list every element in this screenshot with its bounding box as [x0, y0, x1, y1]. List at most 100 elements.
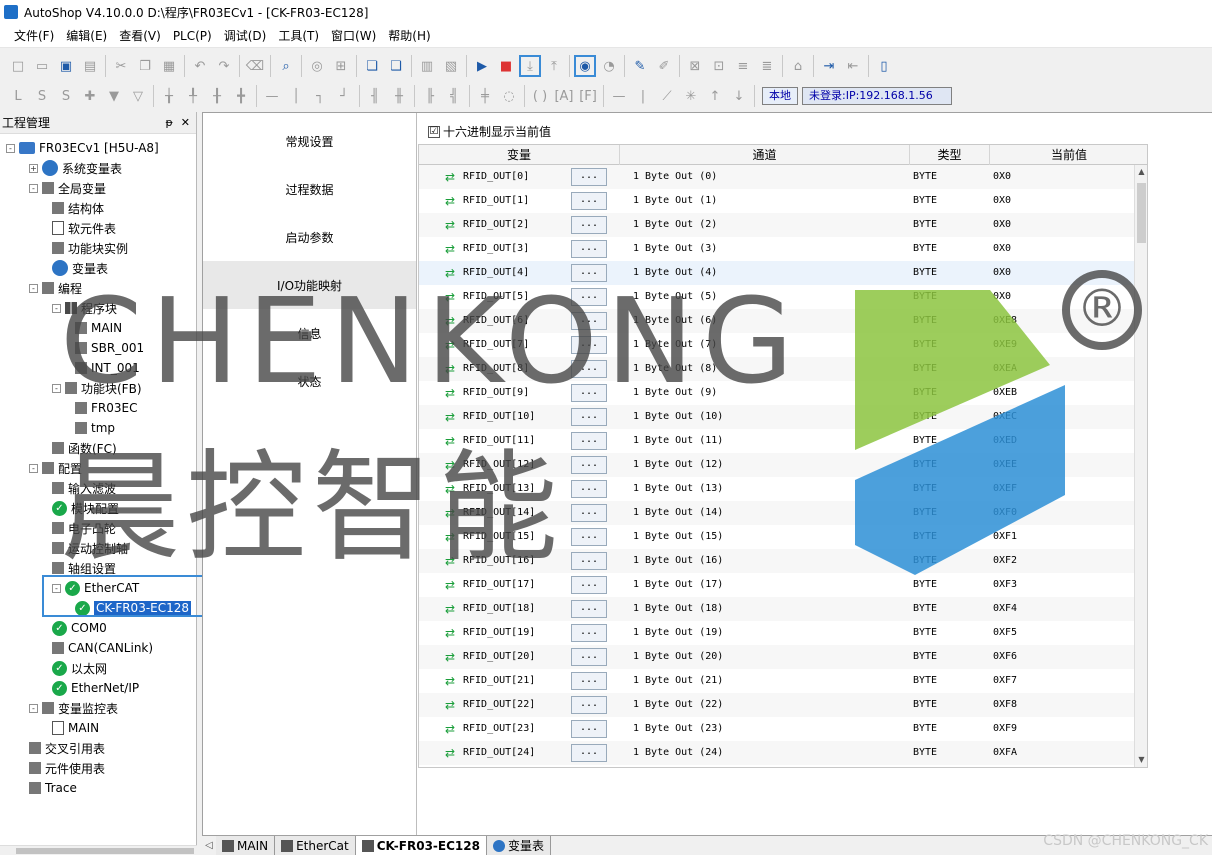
edit-icon[interactable]: ✐ — [653, 55, 675, 77]
browse-button[interactable]: ... — [571, 168, 607, 186]
table-row[interactable]: ⇄ RFID_OUT[17]... 1 Byte Out (17) BYTE 0XF3 — [419, 573, 1134, 597]
fall-icon[interactable]: ╣ — [443, 85, 465, 107]
func-icon[interactable]: [A] — [553, 85, 575, 107]
hex-checkbox[interactable]: ☑ — [428, 125, 440, 138]
st-icon[interactable]: S — [55, 85, 77, 107]
network-icon[interactable]: ⊞ — [330, 55, 352, 77]
table-row[interactable]: ⇄ RFID_OUT[23]... 1 Byte Out (23) BYTE 0XF9 — [419, 717, 1134, 741]
browse-button[interactable]: ... — [571, 216, 607, 234]
browse-button[interactable]: ... — [571, 600, 607, 618]
login-icon[interactable]: ⇥ — [818, 55, 840, 77]
cell-variable[interactable]: RFID_OUT[22] — [463, 693, 535, 717]
tab-variable-table[interactable]: 变量表 — [486, 836, 551, 855]
table-row[interactable]: ⇄ RFID_OUT[6]... 1 Byte Out (6) BYTE 0XE8 — [419, 309, 1134, 333]
compile-icon[interactable]: ▥ — [416, 55, 438, 77]
nav-info[interactable]: 信息 — [203, 309, 416, 357]
cell-variable[interactable]: RFID_OUT[0] — [463, 165, 529, 189]
cell-variable[interactable]: RFID_OUT[20] — [463, 645, 535, 669]
tree-item[interactable]: - 功能块(FB) — [52, 378, 142, 398]
tree-item[interactable]: 交叉引用表 — [29, 738, 105, 758]
browse-button[interactable]: ... — [571, 408, 607, 426]
down-arrow-icon[interactable]: ↓ — [728, 85, 750, 107]
branch-icon[interactable]: ╁ — [158, 85, 180, 107]
menu-window[interactable]: 窗口(W) — [325, 25, 382, 47]
nc-contact-icon[interactable]: ╫ — [388, 85, 410, 107]
ladder-icon[interactable]: L — [7, 85, 29, 107]
local-status[interactable]: 本地 — [762, 87, 798, 105]
compile-all-icon[interactable]: ▧ — [440, 55, 462, 77]
contact-icon[interactable]: ✚ — [79, 85, 101, 107]
scroll-down-icon[interactable]: ▼ — [1135, 753, 1147, 767]
func-block-icon[interactable]: [F] — [577, 85, 599, 107]
cell-variable[interactable]: RFID_OUT[7] — [463, 333, 529, 357]
collapse-icon[interactable]: - — [52, 383, 61, 393]
cell-variable[interactable]: RFID_OUT[12] — [463, 453, 535, 477]
hline-icon[interactable]: — — [261, 85, 283, 107]
browse-button[interactable]: ... — [571, 480, 607, 498]
browse-button[interactable]: ... — [571, 432, 607, 450]
sfc-icon[interactable]: S — [31, 85, 53, 107]
reset-icon[interactable]: ≣ — [756, 55, 778, 77]
cell-variable[interactable]: RFID_OUT[3] — [463, 237, 529, 261]
cell-variable[interactable]: RFID_OUT[24] — [463, 741, 535, 765]
browse-button[interactable]: ... — [571, 504, 607, 522]
coil-icon[interactable]: ◌ — [498, 85, 520, 107]
table-row[interactable]: ⇄ RFID_OUT[0]... 1 Byte Out (0) BYTE 0X0 — [419, 165, 1134, 189]
tree-item[interactable]: - 配置 — [29, 458, 82, 478]
window-cascade-icon[interactable]: ❏ — [361, 55, 383, 77]
menu-debug[interactable]: 调试(D) — [218, 25, 273, 47]
table-row[interactable]: ⇄ RFID_OUT[19]... 1 Byte Out (19) BYTE 0XF5 — [419, 621, 1134, 645]
save-all-icon[interactable]: ▤ — [79, 55, 101, 77]
panel-icon[interactable]: ▯ — [873, 55, 895, 77]
table-row[interactable]: ⇄ RFID_OUT[2]... 1 Byte Out (2) BYTE 0X0 — [419, 213, 1134, 237]
draw-hline-icon[interactable]: — — [608, 85, 630, 107]
cell-variable[interactable]: RFID_OUT[15] — [463, 525, 535, 549]
set-icon[interactable]: ≡ — [732, 55, 754, 77]
cell-variable[interactable]: RFID_OUT[1] — [463, 189, 529, 213]
table-row[interactable]: ⇄ RFID_OUT[24]... 1 Byte Out (24) BYTE 0XFA — [419, 741, 1134, 765]
cell-variable[interactable]: RFID_OUT[6] — [463, 309, 529, 333]
redo-icon[interactable]: ↷ — [213, 55, 235, 77]
edit-online-icon[interactable]: ✎ — [629, 55, 651, 77]
cell-variable[interactable]: RFID_OUT[5] — [463, 285, 529, 309]
scroll-up-icon[interactable]: ▲ — [1135, 165, 1147, 179]
cell-variable[interactable]: RFID_OUT[19] — [463, 621, 535, 645]
hex-toggle[interactable]: ☑ 十六进制显示当前值 — [428, 123, 551, 140]
table-row[interactable]: ⇄ RFID_OUT[12]... 1 Byte Out (12) BYTE 0XEE — [419, 453, 1134, 477]
cell-variable[interactable]: RFID_OUT[18] — [463, 597, 535, 621]
tree-hscrollbar[interactable] — [0, 845, 197, 855]
browse-button[interactable]: ... — [571, 336, 607, 354]
tree-item[interactable]: 软元件表 — [52, 218, 116, 238]
cell-variable[interactable]: RFID_OUT[23] — [463, 717, 535, 741]
collapse-icon[interactable]: - — [52, 303, 61, 313]
tree-item[interactable]: - 全局变量 — [29, 178, 106, 198]
tree-item[interactable]: Trace — [29, 778, 77, 798]
table-row[interactable]: ⇄ RFID_OUT[8]... 1 Byte Out (8) BYTE 0XEA — [419, 357, 1134, 381]
tree-item[interactable]: - 变量监控表 — [29, 698, 118, 718]
col-value[interactable]: 当前值 — [990, 145, 1147, 165]
browse-button[interactable]: ... — [571, 240, 607, 258]
timer-icon[interactable]: ◔ — [598, 55, 620, 77]
browse-button[interactable]: ... — [571, 720, 607, 738]
branch-4-icon[interactable]: ╋ — [230, 85, 252, 107]
upload-icon[interactable]: ⤒ — [543, 55, 565, 77]
logout-icon[interactable]: ⇤ — [842, 55, 864, 77]
table-row[interactable]: ⇄ RFID_OUT[4]... 1 Byte Out (4) BYTE 0X0 — [419, 261, 1134, 285]
tree-item[interactable]: ✓ 模块配置 — [52, 498, 119, 518]
grid-vscrollbar[interactable]: ▲ ▼ — [1134, 165, 1147, 767]
invert-icon[interactable]: ╪ — [474, 85, 496, 107]
browse-button[interactable]: ... — [571, 312, 607, 330]
menu-view[interactable]: 查看(V) — [113, 25, 167, 47]
cell-variable[interactable]: RFID_OUT[10] — [463, 405, 535, 429]
tree-item[interactable]: 函数(FC) — [52, 438, 117, 458]
tree-item[interactable]: tmp — [75, 418, 115, 438]
tab-ethercat[interactable]: EtherCat — [275, 836, 356, 855]
tree-item[interactable]: 元件使用表 — [29, 758, 105, 778]
tab-main[interactable]: MAIN — [216, 836, 276, 855]
cell-variable[interactable]: RFID_OUT[13] — [463, 477, 535, 501]
table-row[interactable]: ⇄ RFID_OUT[10]... 1 Byte Out (10) BYTE 0XEC — [419, 405, 1134, 429]
corner-2-icon[interactable]: ┘ — [333, 85, 355, 107]
nav-status[interactable]: 状态 — [203, 357, 416, 405]
branch-3-icon[interactable]: ╂ — [206, 85, 228, 107]
table-row[interactable]: ⇄ RFID_OUT[15]... 1 Byte Out (15) BYTE 0XF1 — [419, 525, 1134, 549]
